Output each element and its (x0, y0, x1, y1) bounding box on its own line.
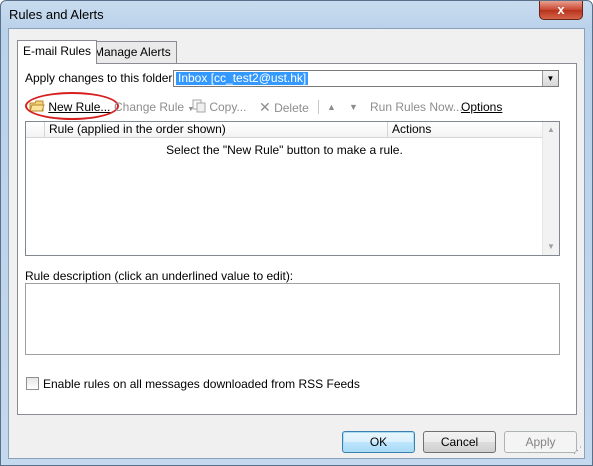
rule-description-box[interactable] (25, 283, 560, 355)
column-header-actions[interactable]: Actions (387, 122, 543, 138)
chevron-down-icon[interactable]: ▼ (542, 71, 558, 86)
change-rule-button[interactable]: Change Rule ▼ (114, 98, 194, 116)
cancel-button[interactable]: Cancel (423, 431, 496, 453)
rule-description-label-text: Rule description (click an underlined va… (25, 269, 294, 283)
window-title: Rules and Alerts (9, 7, 104, 22)
options-label: Options (461, 100, 503, 114)
copy-label: Copy... (209, 100, 247, 114)
empty-list-message: Select the "New Rule" button to make a r… (26, 143, 543, 157)
copy-button[interactable]: Copy... (192, 98, 246, 116)
column-header-actions-label: Actions (392, 122, 432, 136)
apply-button[interactable]: Apply (504, 431, 577, 453)
rss-rules-label[interactable]: Enable rules on all messages downloaded … (43, 377, 360, 391)
folder-label: Apply changes to this folder: (25, 71, 176, 85)
scroll-down-icon[interactable]: ▼ (543, 239, 559, 255)
ok-button[interactable]: OK (342, 431, 415, 453)
rule-description-label: Rule description (click an underlined va… (25, 269, 293, 283)
run-rules-now-button[interactable]: Run Rules Now... (370, 98, 463, 116)
rss-rules-label-text: Enable rules on all messages downloaded … (43, 377, 360, 391)
delete-label: Delete (274, 101, 309, 115)
column-header-rule[interactable]: Rule (applied in the order shown) (44, 122, 387, 138)
rules-list-scrollbar[interactable]: ▲ ▼ (542, 122, 559, 255)
arrow-up-icon: ▲ (327, 102, 336, 112)
rss-rules-checkbox[interactable] (26, 377, 39, 390)
copy-icon (192, 99, 206, 113)
ok-label: OK (369, 435, 388, 449)
apply-label: Apply (525, 435, 556, 449)
tab-email-rules[interactable]: E-mail Rules (17, 40, 98, 64)
annotation-circle (25, 92, 119, 120)
delete-button[interactable]: ✕ Delete (259, 98, 309, 116)
run-rules-now-label: Run Rules Now... (370, 100, 463, 114)
tab-email-rules-label: E-mail Rules (23, 44, 92, 58)
rules-list-header: Rule (applied in the order shown) Action… (26, 122, 543, 138)
rules-and-alerts-window: Rules and Alerts x E-mail Rules Manage A… (0, 0, 593, 466)
cancel-label: Cancel (440, 435, 479, 449)
delete-icon: ✕ (259, 99, 271, 115)
title-bar[interactable]: Rules and Alerts x (1, 1, 592, 27)
rules-list[interactable]: Rule (applied in the order shown) Action… (25, 121, 560, 256)
close-icon: x (557, 2, 565, 17)
arrow-down-icon: ▼ (349, 102, 358, 112)
change-rule-label: Change Rule (114, 100, 185, 114)
folder-value: Inbox [cc_test2@ust.hk] (176, 71, 309, 85)
move-up-button[interactable]: ▲ (327, 98, 336, 116)
move-down-button[interactable]: ▼ (349, 98, 358, 116)
tab-manage-alerts-label: Manage Alerts (94, 45, 171, 59)
options-button[interactable]: Options (461, 98, 502, 116)
folder-dropdown[interactable]: Inbox [cc_test2@ust.hk] ▼ (173, 70, 559, 87)
scroll-up-icon[interactable]: ▲ (543, 122, 559, 138)
folder-label-text: Apply changes to this folder: (25, 71, 176, 85)
column-header-rule-label: Rule (applied in the order shown) (49, 122, 226, 136)
toolbar-separator (318, 100, 319, 114)
empty-list-message-text: Select the "New Rule" button to make a r… (166, 143, 403, 157)
tab-manage-alerts[interactable]: Manage Alerts (88, 41, 177, 63)
close-button[interactable]: x (539, 1, 583, 20)
resize-grip-icon[interactable]: ⋰ (573, 445, 582, 456)
dialog-body: E-mail Rules Manage Alerts Apply changes… (8, 28, 585, 459)
